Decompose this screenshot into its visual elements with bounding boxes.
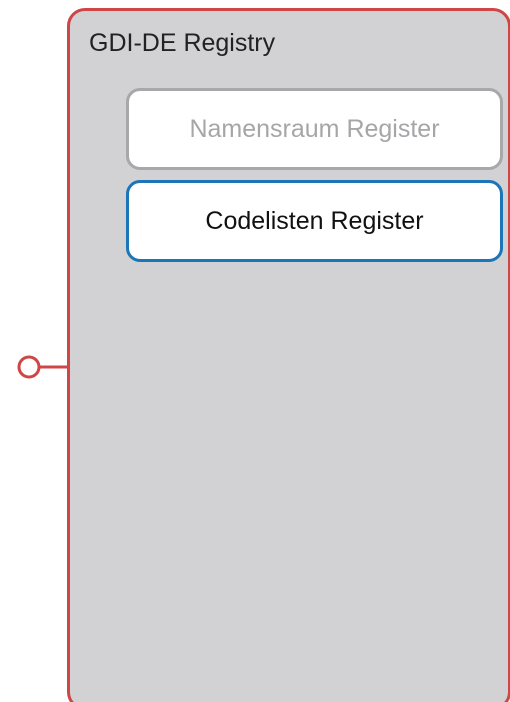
registry-title: GDI-DE Registry	[89, 29, 276, 57]
interface-port-circle	[17, 355, 41, 379]
lollipop-interface-icon	[17, 355, 68, 379]
codelisten-register-box[interactable]: Codelisten Register	[126, 180, 503, 262]
diagram-canvas: GDI-DE Registry Namensraum Register Code…	[0, 0, 510, 702]
codelisten-register-label: Codelisten Register	[205, 206, 424, 235]
namensraum-register-box[interactable]: Namensraum Register	[126, 88, 503, 170]
namensraum-register-label: Namensraum Register	[189, 114, 440, 143]
